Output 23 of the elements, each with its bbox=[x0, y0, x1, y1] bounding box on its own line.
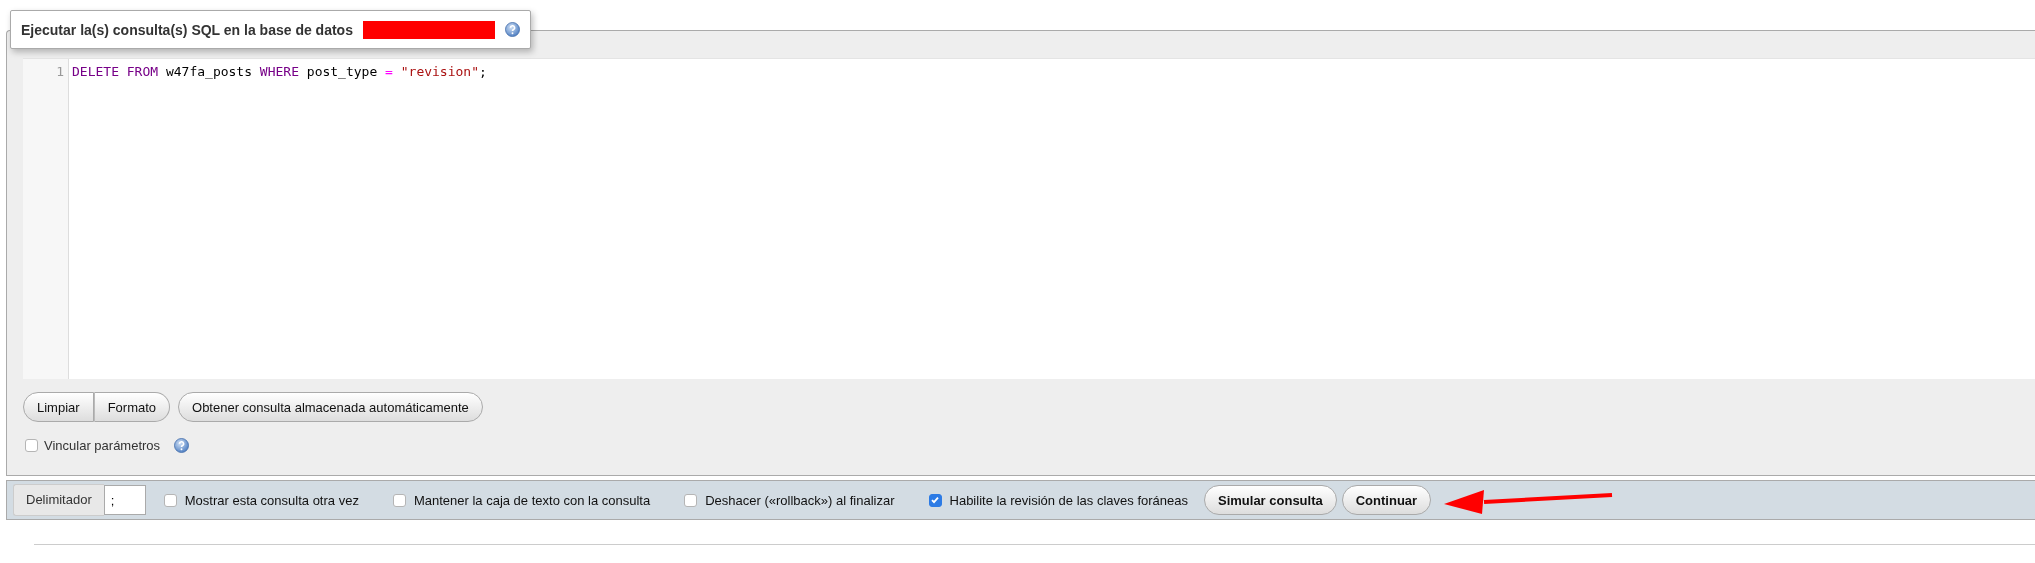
help-icon[interactable] bbox=[174, 437, 190, 453]
checkbox[interactable] bbox=[392, 493, 406, 507]
submit-button[interactable]: Continuar bbox=[1341, 485, 1432, 515]
panel-title: Ejecutar la(s) consulta(s) SQL en la base de datos bbox=[21, 21, 353, 38]
checkbox[interactable] bbox=[25, 438, 38, 452]
checkbox-label: Vincular parámetros bbox=[44, 437, 161, 453]
toolbar-button[interactable]: Obtener consulta almacenada automáticamente bbox=[178, 392, 483, 422]
checkbox-label: Habilite la revisión de las claves foráneas bbox=[949, 492, 1188, 508]
toolbar-button[interactable]: Formato bbox=[93, 392, 171, 422]
checkbox[interactable] bbox=[163, 493, 177, 507]
checkbox-label: Mantener la caja de texto con la consulta bbox=[413, 492, 651, 508]
delimiter-label: Delimitador bbox=[13, 484, 104, 516]
sql-editor[interactable]: 1 DELETE FROM w47fa_posts WHERE post_type = "revision"; bbox=[23, 58, 2035, 379]
delimiter-field[interactable]: ; bbox=[103, 485, 146, 515]
line-number: 1 bbox=[55, 63, 65, 81]
toolbar-button[interactable]: Limpiar bbox=[23, 392, 94, 422]
code-line: DELETE FROM w47fa_posts WHERE post_type = "revision"; bbox=[72, 64, 487, 81]
checkbox[interactable] bbox=[684, 493, 698, 507]
help-icon[interactable] bbox=[504, 22, 520, 37]
checkbox-label: Mostrar esta consulta otra vez bbox=[184, 492, 359, 508]
checkbox-label: Deshacer («rollback») al finalizar bbox=[705, 492, 895, 508]
checkbox[interactable] bbox=[928, 493, 942, 507]
submit-button[interactable]: Simular consulta bbox=[1204, 485, 1337, 515]
